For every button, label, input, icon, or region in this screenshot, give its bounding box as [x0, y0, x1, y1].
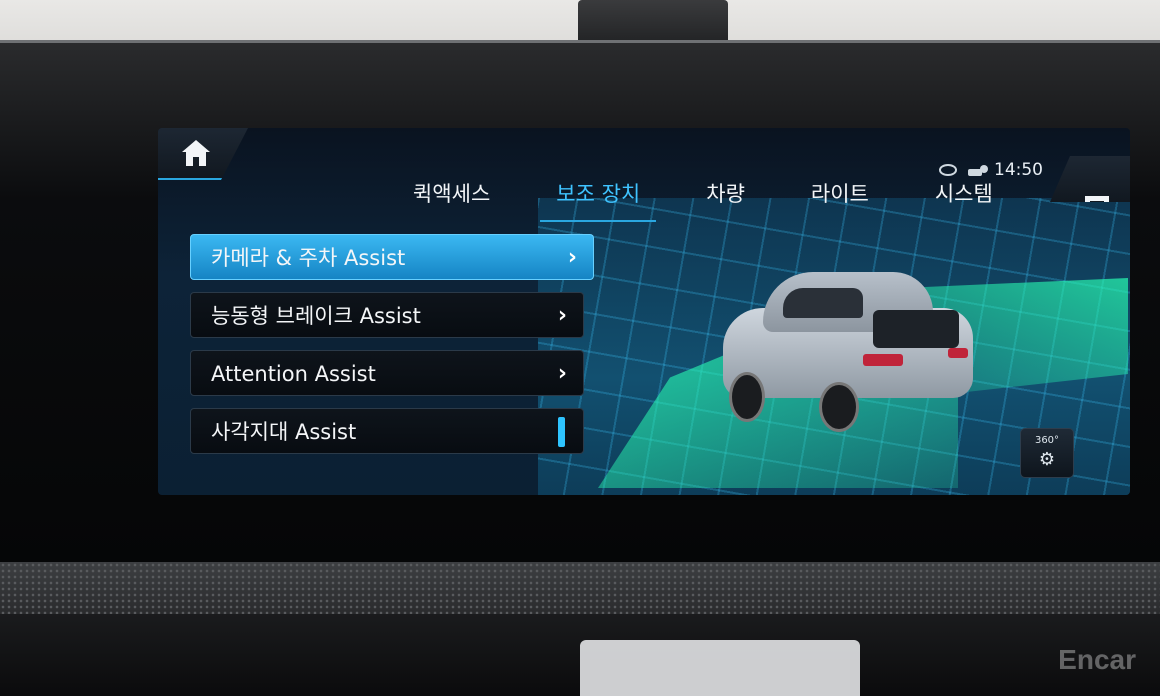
- home-icon: [182, 140, 210, 166]
- connectivity-icon: [938, 163, 958, 177]
- messages-button[interactable]: [1050, 156, 1130, 202]
- dashboard-reflection: [580, 640, 860, 696]
- menu-item-label: Attention Assist: [211, 362, 376, 386]
- tab-vehicle[interactable]: 차량: [696, 176, 755, 216]
- navigation-icon: [966, 163, 988, 177]
- menu-item-blind-spot[interactable]: 사각지대 Assist: [190, 408, 584, 454]
- infotainment-screen: 14:50 퀵액세스 보조 장치 차량 라이트 시스템 카메라 & 주차 Ass…: [158, 128, 1130, 495]
- chevron-right-icon: ›: [557, 303, 567, 328]
- menu-item-camera-parking[interactable]: 카메라 & 주차 Assist ›: [190, 234, 594, 280]
- watermark: Encar: [1058, 644, 1136, 675]
- menu-item-label: 카메라 & 주차 Assist: [211, 246, 406, 270]
- dashboard-vent: [0, 562, 1160, 614]
- menu-item-active-brake[interactable]: 능동형 브레이크 Assist ›: [190, 292, 584, 338]
- camera-icon: ⚙: [1038, 449, 1056, 470]
- menu-item-label: 사각지대 Assist: [211, 420, 357, 444]
- chevron-right-icon: ›: [567, 245, 577, 270]
- tab-assist[interactable]: 보조 장치: [540, 176, 657, 222]
- home-button[interactable]: [158, 128, 248, 180]
- chevron-right-icon: ›: [557, 361, 567, 386]
- menu-item-attention[interactable]: Attention Assist ›: [190, 350, 584, 396]
- camera-360-button[interactable]: 360° ⚙: [1020, 428, 1074, 478]
- camera-360-label: 360°: [1034, 435, 1060, 446]
- tab-quick-access[interactable]: 퀵액세스: [403, 176, 500, 216]
- assist-menu: 카메라 & 주차 Assist › 능동형 브레이크 Assist › Atte…: [190, 234, 600, 466]
- tab-lights[interactable]: 라이트: [801, 176, 879, 216]
- menu-item-label: 능동형 브레이크 Assist: [211, 304, 421, 328]
- car-illustration: [723, 268, 973, 432]
- toggle-switch[interactable]: [558, 417, 565, 447]
- tab-bar: 퀵액세스 보조 장치 차량 라이트 시스템: [403, 176, 1003, 222]
- tab-system[interactable]: 시스템: [925, 176, 1003, 216]
